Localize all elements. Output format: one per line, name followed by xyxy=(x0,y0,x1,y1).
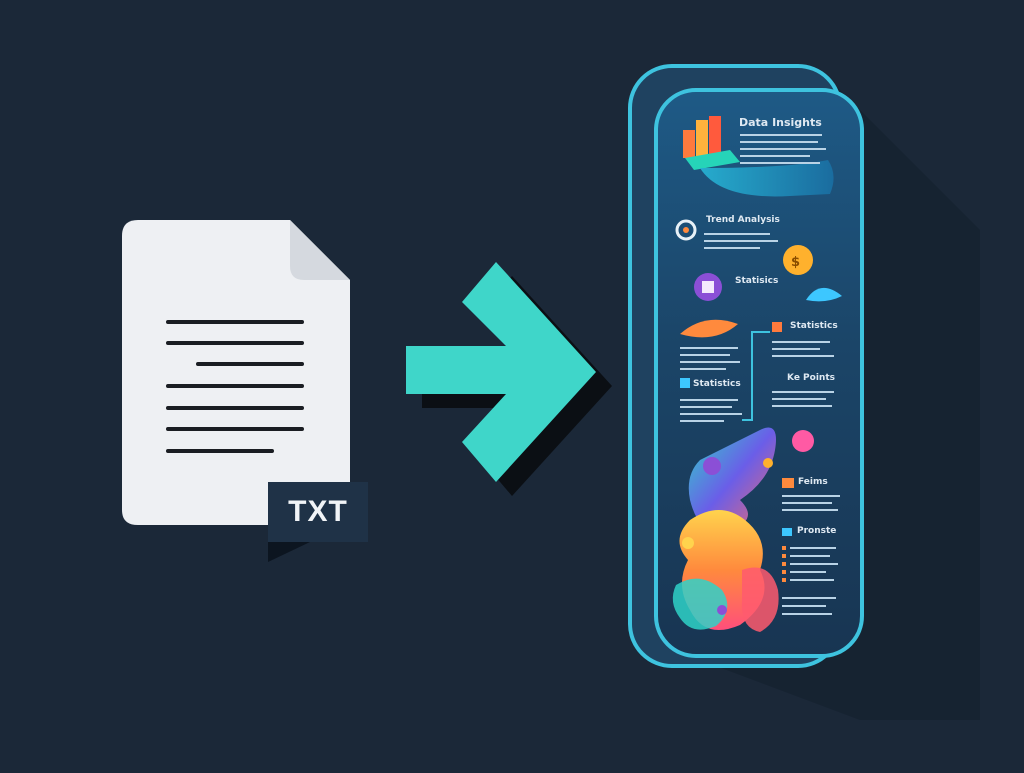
section-label: Pronste xyxy=(797,526,837,536)
section-label: Statistics xyxy=(693,379,741,389)
statistics-icon-small xyxy=(680,378,690,388)
section-label: Trend Analysis xyxy=(706,215,780,225)
section-label: Feims xyxy=(798,477,828,487)
badge-tail xyxy=(268,542,310,562)
infographic-title: Data Insights xyxy=(739,116,822,129)
section-label: Statistics xyxy=(790,321,838,331)
pronste-icon xyxy=(782,528,792,536)
txt-badge: TXT xyxy=(268,482,368,542)
section-label: Ke Points xyxy=(787,373,835,383)
section-label: Statisics xyxy=(735,276,779,286)
svg-text:$: $ xyxy=(791,255,800,270)
stats-icon-small xyxy=(772,322,782,332)
arrow-right-icon xyxy=(406,262,612,496)
feims-icon xyxy=(782,478,794,488)
pink-dot-icon xyxy=(792,430,814,452)
page-fold xyxy=(290,220,350,280)
infographic-panel: $ xyxy=(628,64,980,720)
conversion-illustration: $ TXT Data Insights Trend Analysis Stati… xyxy=(0,0,1024,768)
illustration-canvas: $ xyxy=(122,64,980,720)
